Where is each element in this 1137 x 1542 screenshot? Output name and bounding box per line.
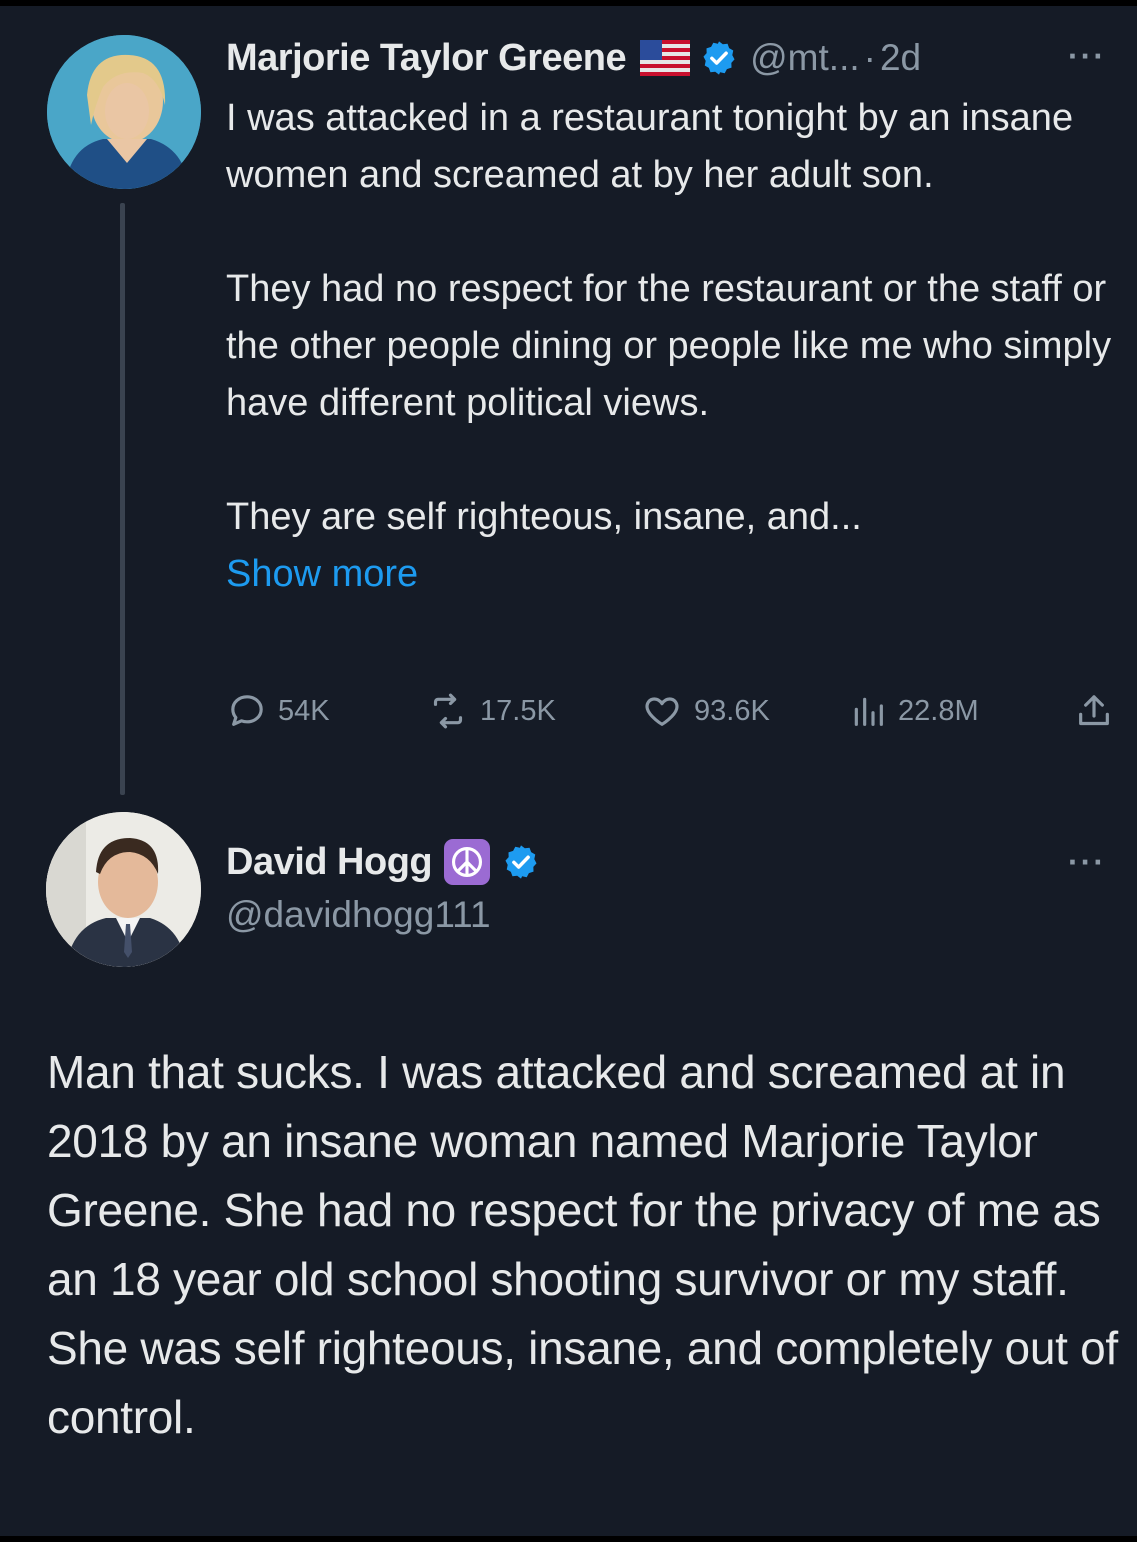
separator-dot: · — [863, 37, 876, 78]
heart-icon — [645, 697, 679, 726]
author-handle[interactable]: @mt... — [750, 37, 860, 79]
repost-button[interactable]: 17.5K — [426, 686, 556, 736]
avatar-marjorie-taylor-greene[interactable] — [47, 35, 201, 189]
reply-count: 54K — [278, 694, 330, 727]
author-name[interactable]: Marjorie Taylor Greene — [226, 37, 627, 80]
tweet1-paragraph: They are self righteous, insane, and... — [226, 496, 862, 538]
thread-connector-line — [120, 203, 125, 795]
tweet1-paragraph: I was attacked in a restaurant tonight b… — [226, 97, 1074, 196]
verified-badge-icon — [700, 39, 738, 77]
tweet1-paragraph: They had no respect for the restaurant o… — [226, 268, 1112, 424]
view-count: 22.8M — [898, 694, 979, 727]
repost-count: 17.5K — [480, 694, 556, 727]
like-count: 93.6K — [694, 694, 770, 727]
show-more-link[interactable]: Show more — [226, 546, 1126, 603]
more-options-icon[interactable]: ··· — [1068, 38, 1106, 75]
tweet2-header: David Hogg — [226, 834, 540, 890]
tweet1-action-bar: 54K 17.5K 93.6K 22.8M — [226, 686, 1120, 736]
peace-symbol-icon — [444, 839, 491, 885]
tweet2-text: Man that sucks. I was attacked and screa… — [47, 1038, 1122, 1452]
more-options-icon[interactable]: ··· — [1068, 844, 1106, 881]
analytics-icon — [854, 697, 883, 726]
avatar-david-hogg[interactable] — [46, 812, 201, 967]
tweet2-paragraph: Man that sucks. I was attacked and screa… — [47, 1046, 1101, 1305]
views-button[interactable]: 22.8M — [848, 686, 979, 736]
author-handle[interactable]: @davidhogg111 — [226, 894, 491, 936]
tweet2-paragraph: She was self righteous, insane, and comp… — [47, 1322, 1118, 1443]
verified-badge-icon — [502, 843, 540, 881]
reply-button[interactable]: 54K — [226, 686, 330, 736]
author-name[interactable]: David Hogg — [226, 841, 433, 884]
reply-icon — [231, 695, 263, 726]
like-button[interactable]: 93.6K — [640, 686, 770, 736]
share-button[interactable] — [1074, 686, 1124, 736]
tweet1-header: Marjorie Taylor Greene @mt... · 2d — [226, 33, 921, 83]
tweet1-text: I was attacked in a restaurant tonight b… — [226, 90, 1126, 603]
us-flag-icon — [640, 40, 691, 76]
repost-icon — [433, 693, 463, 729]
share-icon — [1079, 695, 1109, 726]
tweet-thread: Marjorie Taylor Greene @mt... · 2d ··· I… — [0, 0, 1137, 1536]
timestamp[interactable]: 2d — [880, 37, 921, 79]
